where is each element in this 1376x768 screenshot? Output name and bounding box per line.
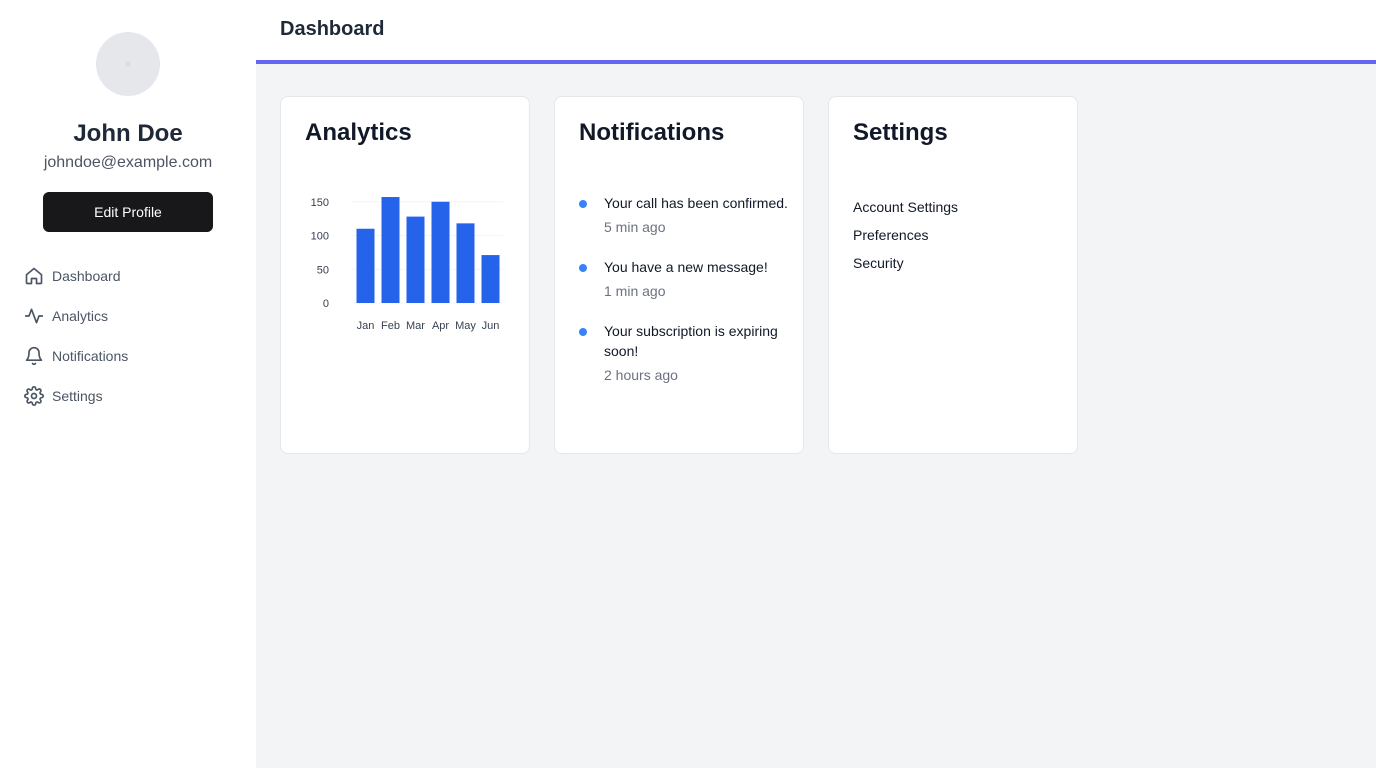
- settings-link-preferences[interactable]: Preferences: [853, 221, 958, 249]
- x-tick-label: Mar: [406, 320, 425, 332]
- sidebar-item-notifications[interactable]: Notifications: [24, 336, 234, 376]
- analytics-bar-chart: 0 50 100 150 Jan Feb Mar Apr May Jun: [311, 197, 503, 332]
- notification-time: 2 hours ago: [604, 367, 678, 383]
- settings-link-account[interactable]: Account Settings: [853, 193, 958, 221]
- chart-bar: [406, 216, 425, 303]
- avatar-placeholder-icon: [126, 62, 130, 66]
- sidebar-nav: Dashboard Analytics Notifications Settin…: [24, 256, 234, 416]
- chart-bar: [381, 197, 400, 303]
- unread-dot-icon: [579, 264, 587, 272]
- notification-item[interactable]: Your call has been confirmed. 5 min ago: [579, 193, 789, 237]
- analytics-card: Analytics 0 50 100 150 Jan Feb Mar Apr May Jun: [280, 96, 530, 454]
- sidebar-item-label: Settings: [52, 388, 103, 404]
- avatar: [96, 32, 160, 96]
- chart-bar: [431, 201, 450, 303]
- unread-dot-icon: [579, 200, 587, 208]
- notification-item[interactable]: You have a new message! 1 min ago: [579, 257, 789, 301]
- y-tick-label: 150: [311, 197, 329, 209]
- notification-message: You have a new message!: [604, 259, 768, 275]
- notification-message: Your call has been confirmed.: [604, 195, 788, 211]
- chart-bar: [481, 255, 500, 303]
- notification-time: 1 min ago: [604, 283, 666, 299]
- sidebar: John Doe johndoe@example.com Edit Profil…: [0, 0, 256, 768]
- page-title: Dashboard: [280, 18, 385, 40]
- settings-card-title: Settings: [853, 119, 948, 146]
- y-tick-label: 100: [311, 231, 329, 243]
- gear-icon: [24, 386, 44, 406]
- x-tick-label: Jun: [482, 320, 500, 332]
- sidebar-item-label: Analytics: [52, 308, 109, 324]
- settings-card: Settings Account Settings Preferences Se…: [828, 96, 1078, 454]
- sidebar-item-label: Dashboard: [52, 268, 121, 284]
- x-tick-label: May: [455, 320, 476, 332]
- notification-item[interactable]: Your subscription is expiring soon! 2 ho…: [579, 321, 789, 385]
- top-bar: Dashboard: [256, 0, 1376, 64]
- bell-icon: [24, 346, 44, 366]
- user-name: John Doe: [73, 120, 183, 147]
- analytics-card-title: Analytics: [305, 119, 412, 146]
- notification-list: Your call has been confirmed. 5 min ago …: [579, 193, 789, 405]
- sidebar-item-analytics[interactable]: Analytics: [24, 296, 234, 336]
- home-icon: [24, 266, 44, 286]
- notifications-card-title: Notifications: [579, 119, 725, 146]
- edit-profile-button[interactable]: Edit Profile: [43, 192, 213, 232]
- sidebar-item-dashboard[interactable]: Dashboard: [24, 256, 234, 296]
- chart-bar: [456, 223, 475, 303]
- y-tick-label: 0: [323, 298, 329, 310]
- y-tick-label: 50: [317, 264, 329, 276]
- x-tick-label: Jan: [357, 320, 375, 332]
- notification-time: 5 min ago: [604, 219, 666, 235]
- activity-icon: [24, 306, 44, 326]
- sidebar-item-settings[interactable]: Settings: [24, 376, 234, 416]
- user-email: johndoe@example.com: [43, 154, 213, 171]
- settings-list: Account Settings Preferences Security: [853, 193, 958, 277]
- settings-link-security[interactable]: Security: [853, 249, 958, 277]
- unread-dot-icon: [579, 328, 587, 336]
- x-tick-label: Apr: [432, 320, 449, 332]
- x-tick-label: Feb: [381, 320, 400, 332]
- notification-message: Your subscription is expiring soon!: [604, 323, 778, 359]
- notifications-card: Notifications Your call has been confirm…: [554, 96, 804, 454]
- chart-bar: [356, 228, 375, 303]
- sidebar-item-label: Notifications: [52, 348, 129, 364]
